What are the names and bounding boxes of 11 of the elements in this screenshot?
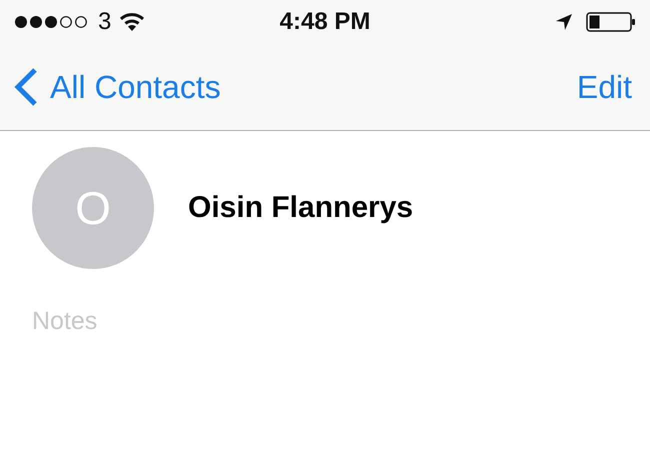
avatar-initial: O (32, 147, 154, 269)
contact-name: Oisin Flannerys (188, 191, 414, 225)
location-arrow-icon (556, 14, 572, 30)
battery-icon (586, 12, 636, 32)
clock-time: 4:48 PM (280, 8, 370, 36)
back-button[interactable]: All Contacts (14, 67, 221, 107)
signal-icon (14, 15, 90, 29)
chevron-left-icon (14, 67, 38, 107)
carrier-name: 3 (98, 8, 112, 36)
wifi-icon (119, 12, 146, 32)
edit-button[interactable]: Edit (576, 68, 632, 106)
